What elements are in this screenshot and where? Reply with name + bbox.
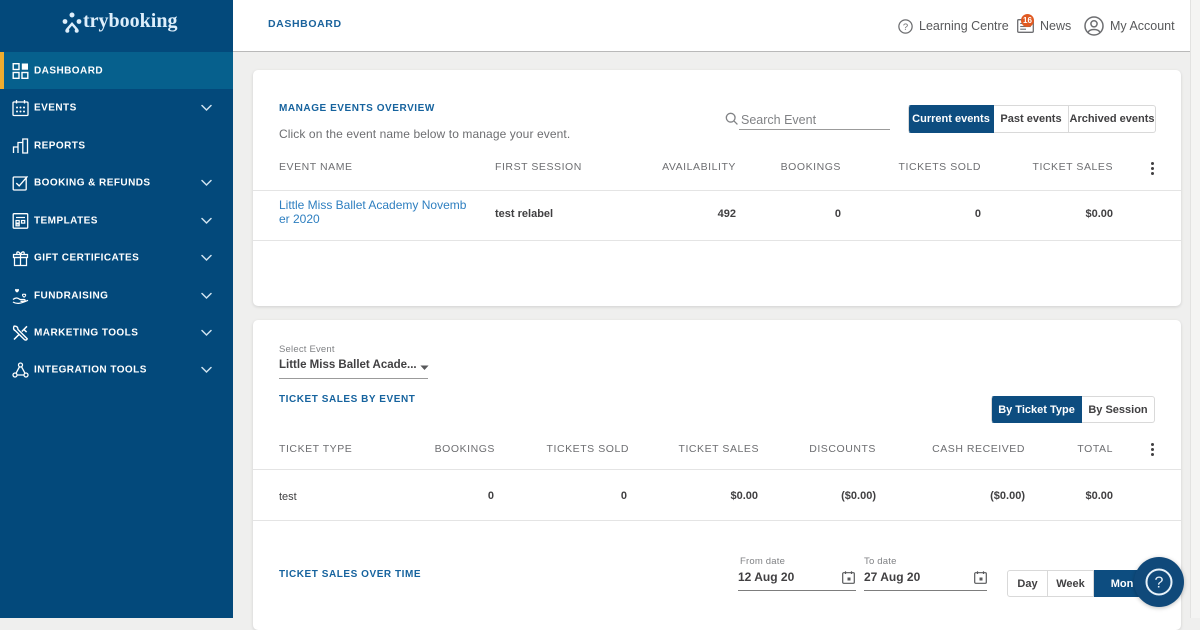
svg-text:?: ? <box>1155 575 1164 592</box>
svg-text:?: ? <box>903 21 908 32</box>
